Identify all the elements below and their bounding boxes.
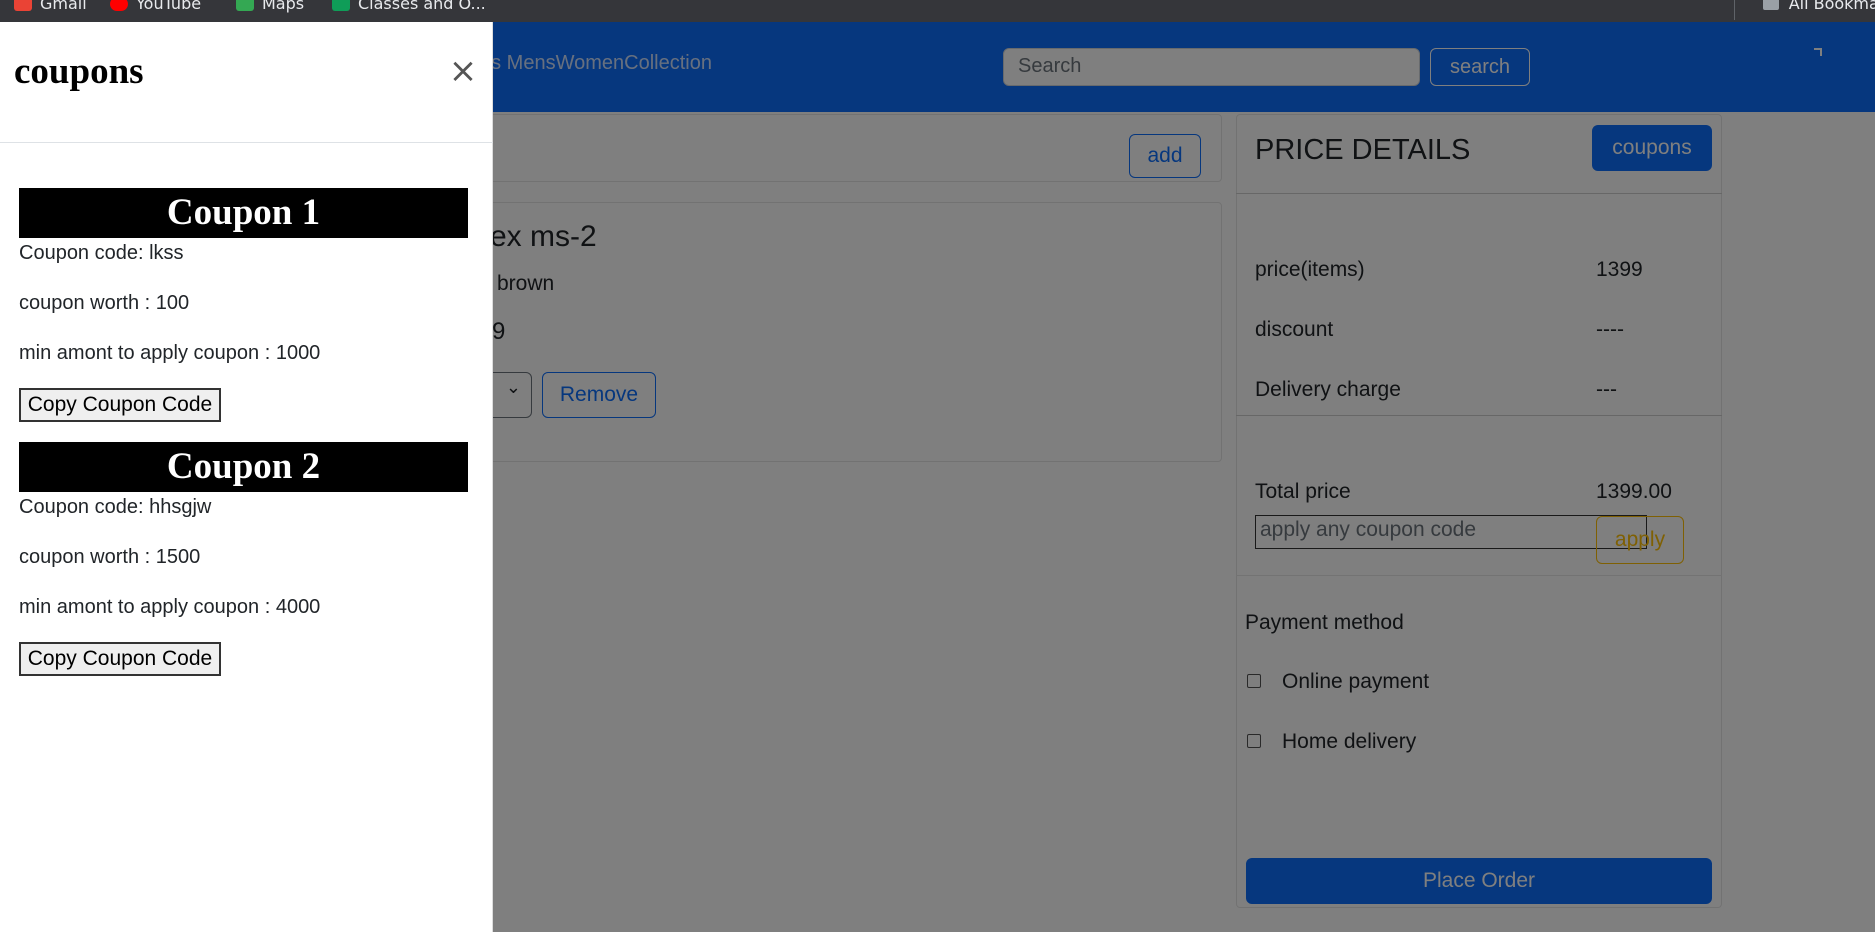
gmail-icon (14, 0, 32, 11)
coupon-worth-line: coupon worth : 1500 (19, 546, 201, 568)
coupons-offcanvas: coupons × Coupon 1 Coupon code: lkss cou… (0, 22, 493, 932)
bookmark-youtube[interactable]: YouTube (110, 0, 201, 13)
bookmark-classes[interactable]: Classes and O... (332, 0, 486, 13)
copy-coupon-code-button[interactable]: Copy Coupon Code (19, 642, 221, 676)
coupon-heading: Coupon 1 (19, 188, 468, 238)
offcanvas-divider (0, 142, 493, 143)
close-icon[interactable]: × (446, 54, 480, 90)
folder-icon (1762, 0, 1779, 10)
bookmark-label: YouTube (136, 0, 202, 13)
bookmarks-separator (1734, 0, 1735, 20)
all-bookmarks-label: All Bookmarks (1788, 0, 1875, 13)
coupon-min-line: min amont to apply coupon : 4000 (19, 596, 321, 618)
coupon-code-line: Coupon code: hhsgjw (19, 496, 212, 518)
coupon-min-line: min amont to apply coupon : 1000 (19, 342, 321, 364)
maps-icon (236, 0, 254, 11)
coupon-heading: Coupon 2 (19, 442, 468, 492)
offcanvas-title: coupons (14, 51, 144, 92)
copy-coupon-code-button[interactable]: Copy Coupon Code (19, 388, 221, 422)
coupon-worth-line: coupon worth : 100 (19, 292, 190, 314)
coupon-code-line: Coupon code: lkss (19, 242, 184, 264)
bookmarks-bar: Gmail YouTube Maps Classes and O... All … (0, 0, 1875, 22)
bookmark-label: Classes and O... (358, 0, 486, 13)
classes-icon (332, 0, 350, 11)
bookmark-label: Gmail (40, 0, 87, 13)
youtube-icon (110, 0, 128, 11)
all-bookmarks[interactable]: All Bookmarks (1762, 0, 1875, 13)
bookmark-maps[interactable]: Maps (236, 0, 304, 13)
bookmark-gmail[interactable]: Gmail (14, 0, 87, 13)
bookmark-label: Maps (262, 0, 305, 13)
